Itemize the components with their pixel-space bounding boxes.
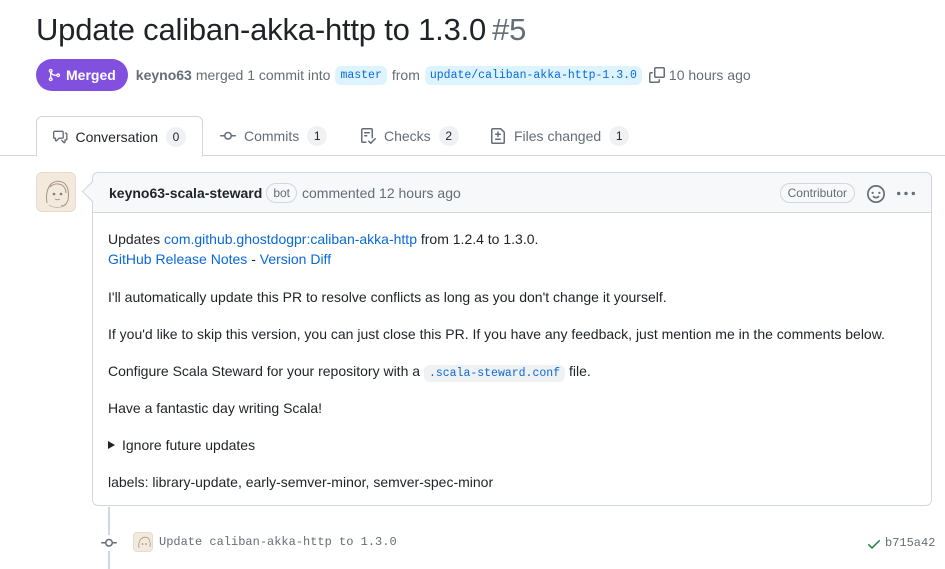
comment-header: keyno63-scala-steward bot commented 12 h… (93, 173, 931, 213)
commit-message-link[interactable]: Update caliban-akka-http to 1.3.0 (159, 535, 397, 549)
bot-badge: bot (266, 182, 297, 203)
comment-box: keyno63-scala-steward bot commented 12 h… (92, 172, 932, 506)
base-branch[interactable]: master (335, 65, 387, 85)
disclosure-triangle-icon (108, 441, 115, 449)
avatar[interactable] (36, 172, 76, 212)
from-text: from (391, 67, 420, 83)
commit-sha-link[interactable]: b715a42 (885, 536, 935, 550)
version-diff-link[interactable]: Version Diff (260, 251, 331, 267)
comment-body: Updates com.github.ghostdogpr:caliban-ak… (93, 213, 931, 490)
tab-files-changed[interactable]: Files changed 1 (474, 116, 645, 156)
tab-files-changed-label: Files changed (514, 128, 602, 144)
tab-conversation-label: Conversation (75, 128, 159, 145)
copy-icon[interactable] (648, 67, 665, 83)
pr-title: Update caliban-akka-http to 1.3.0 #5 (36, 12, 526, 48)
auto-update-paragraph: I'll automatically update this PR to res… (108, 289, 667, 305)
tab-commits[interactable]: Commits 1 (204, 116, 343, 156)
pr-author-link[interactable]: keyno63 (136, 67, 192, 83)
links-line: GitHub Release Notes - Version Diff (108, 251, 331, 267)
comment-timestamp[interactable]: commented 12 hours ago (302, 185, 461, 201)
checklist-icon (361, 128, 376, 144)
tab-commits-count: 1 (307, 126, 328, 146)
config-suffix: file. (568, 363, 591, 379)
config-file-code: .scala-steward.conf (423, 365, 566, 382)
pr-tabs: Conversation 0 Commits 1 Checks 2 Files … (0, 116, 945, 157)
ignore-updates-label: Ignore future updates (122, 437, 256, 453)
comment-discussion-icon (53, 130, 68, 143)
tab-checks-label: Checks (384, 128, 431, 144)
merged-badge: Merged (36, 59, 128, 91)
config-paragraph: Configure Scala Steward for your reposit… (108, 363, 591, 382)
skip-paragraph: If you'd like to skip this version, you … (108, 326, 885, 342)
git-commit-icon (220, 131, 236, 140)
merge-icon (48, 68, 61, 82)
pr-meta: Merged keyno63 merged 1 commit into mast… (36, 59, 751, 91)
comment-author-link[interactable]: keyno63-scala-steward (109, 185, 262, 201)
update-prefix: Updates (108, 231, 161, 247)
tab-files-changed-count: 1 (609, 126, 630, 146)
ignore-updates-toggle[interactable]: Ignore future updates (108, 437, 255, 453)
config-prefix: Configure Scala Steward for your reposit… (108, 363, 421, 379)
head-branch[interactable]: update/caliban-akka-http-1.3.0 (424, 65, 642, 85)
pr-number: #5 (492, 12, 527, 47)
links-separator: - (251, 251, 256, 267)
merge-text: merged 1 commit into (195, 67, 331, 83)
update-line: Updates com.github.ghostdogpr:caliban-ak… (108, 231, 538, 247)
tab-checks-count: 2 (438, 126, 459, 146)
artifact-link[interactable]: com.github.ghostdogpr:caliban-akka-http (164, 231, 417, 247)
kebab-horizontal-icon[interactable] (897, 185, 915, 203)
check-icon[interactable] (866, 536, 882, 552)
merged-badge-label: Merged (66, 67, 116, 83)
labels-line: labels: library-update, early-semver-min… (108, 474, 494, 490)
tab-checks[interactable]: Checks 2 (344, 116, 475, 156)
tab-commits-label: Commits (244, 128, 300, 144)
tab-conversation-count: 0 (166, 126, 186, 147)
smiley-icon[interactable] (867, 185, 885, 203)
commit-author-avatar[interactable] (133, 532, 153, 552)
contributor-badge: Contributor (779, 183, 855, 203)
pr-title-text: Update caliban-akka-http to 1.3.0 (36, 12, 487, 47)
release-notes-link[interactable]: GitHub Release Notes (108, 251, 247, 267)
closing-paragraph: Have a fantastic day writing Scala! (108, 400, 322, 416)
merge-time[interactable]: 10 hours ago (669, 67, 751, 83)
file-diff-icon (491, 128, 505, 144)
tab-conversation[interactable]: Conversation 0 (36, 116, 203, 157)
update-suffix: from 1.2.4 to 1.3.0. (420, 231, 539, 247)
git-commit-icon (101, 535, 117, 551)
